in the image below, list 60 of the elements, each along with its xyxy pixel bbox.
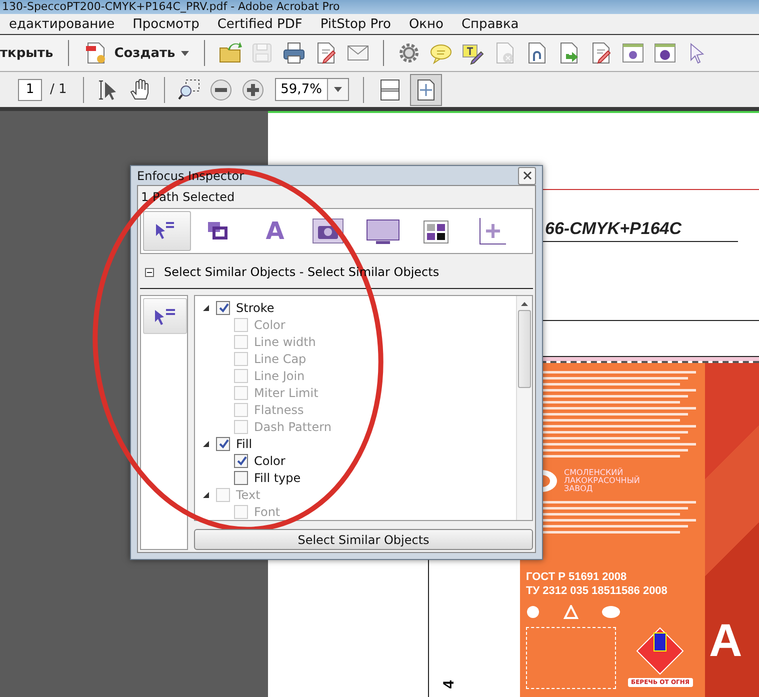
option-label: Line Join <box>254 368 305 382</box>
hazard-diamond-icon <box>636 627 684 676</box>
printer-icon <box>282 41 306 65</box>
zoom-field[interactable]: 59,7% <box>274 78 349 101</box>
select-similar-tool[interactable] <box>143 298 187 334</box>
scroll-up-icon <box>521 302 528 306</box>
menu-item[interactable]: PitStop Pro <box>311 16 400 32</box>
zoom-out-icon <box>208 78 233 102</box>
zoom-marquee-icon <box>176 78 201 102</box>
pointer-equals-icon <box>153 306 177 326</box>
folder-icon <box>218 41 242 65</box>
create-button[interactable]: Создать <box>78 38 196 68</box>
page-number-field[interactable]: 1 <box>18 78 42 100</box>
caret-icon <box>334 87 342 92</box>
check-icon <box>218 302 228 313</box>
checkbox[interactable] <box>216 436 230 450</box>
checkbox[interactable] <box>216 300 230 314</box>
category-tab[interactable]: A <box>251 211 299 251</box>
option-label: Line Cap <box>254 352 306 366</box>
company-name: СМОЛЕНСКИЙ ЛАКОКРАСОЧНЫЙ ЗАВОД <box>564 469 640 494</box>
option-label: Fill type <box>254 470 301 484</box>
check-icon <box>236 455 246 466</box>
option-label: Color <box>254 454 286 468</box>
option-label: Miter Limit <box>254 386 318 400</box>
page-number: 4 <box>440 680 458 689</box>
close-icon <box>522 171 532 180</box>
check-icon <box>218 438 228 449</box>
menu-item[interactable]: Окно <box>400 16 452 32</box>
standard-code: ГОСТ Р 51691 2008 <box>526 571 628 584</box>
standard-code: ТУ 2312 035 18511586 2008 <box>526 585 668 598</box>
open-button[interactable]: ткрыть <box>0 38 60 68</box>
close-button[interactable] <box>518 166 536 184</box>
option-label: Stroke <box>236 300 274 314</box>
menu-item[interactable]: едактирование <box>0 16 124 32</box>
caret-icon <box>181 50 190 56</box>
window-globe-icon <box>653 41 678 65</box>
zoom-in-icon <box>240 78 265 102</box>
option-label: Fill <box>236 436 252 450</box>
option-label: Text <box>236 488 260 502</box>
option-label: Flatness <box>254 402 304 416</box>
checkbox[interactable] <box>234 470 248 484</box>
view-mode-button[interactable] <box>410 74 442 106</box>
option-label: Font <box>254 504 280 518</box>
menu-item[interactable]: Просмотр <box>124 16 208 32</box>
select-similar-button[interactable]: Select Similar Objects <box>194 529 533 550</box>
option-label: Line width <box>254 334 316 348</box>
cover-letter: А <box>709 613 744 668</box>
window-gear-icon <box>621 41 646 65</box>
document-heading: 66-CMYK+P164C <box>545 219 682 238</box>
option-label: Dash Pattern <box>254 420 332 434</box>
fit-page-icon <box>378 78 402 102</box>
category-tab[interactable] <box>143 211 191 251</box>
page-count: / 1 <box>50 82 67 97</box>
checkbox[interactable] <box>234 454 248 468</box>
menu-item[interactable]: Certified PDF <box>208 16 312 32</box>
settings-icon <box>397 41 422 65</box>
scrollbar[interactable] <box>516 296 532 520</box>
window-title: 130-SpeccoPT200-CMYK+P164C_PRV.pdf - Adobe Acrobat Pro <box>1 0 340 14</box>
option-label: Color <box>254 318 286 332</box>
menu-item[interactable]: Справка <box>452 16 528 32</box>
